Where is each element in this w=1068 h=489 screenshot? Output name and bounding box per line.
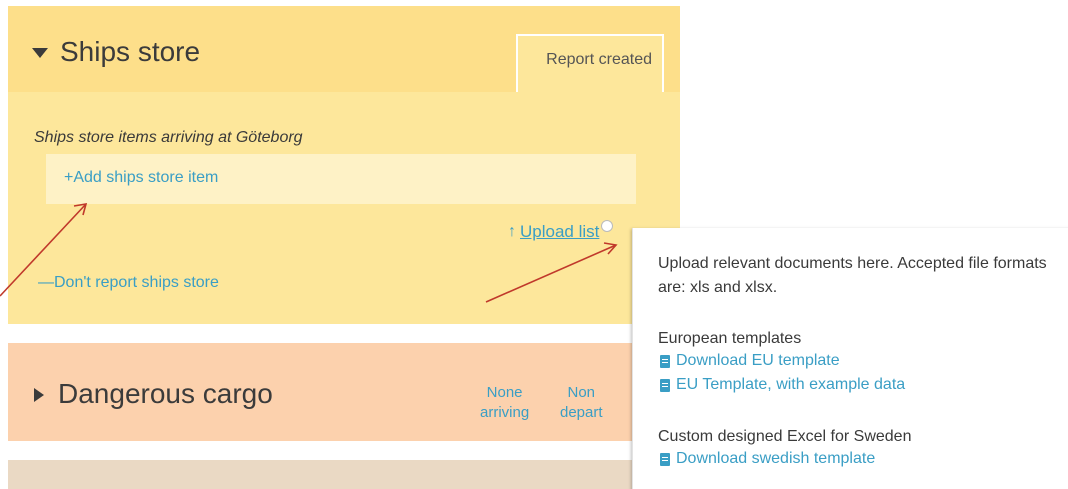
dangerous-cargo-title-text: Dangerous cargo	[58, 378, 273, 409]
eu-template-example-link[interactable]: EU Template, with example data	[660, 376, 905, 394]
custom-excel-heading: Custom designed Excel for Sweden	[658, 428, 912, 445]
screen: Ships store Report created Ships store i…	[0, 0, 1068, 489]
dangerous-cargo-panel[interactable]: Dangerous cargo None arriving Non depart	[8, 343, 680, 441]
arrow-up-icon: ↑	[508, 223, 516, 240]
none-arriving-line1: None	[486, 384, 523, 401]
report-created-label: Report created	[546, 51, 652, 68]
document-icon	[660, 354, 670, 368]
ships-store-title-text: Ships store	[60, 36, 201, 67]
info-icon[interactable]	[601, 220, 614, 232]
next-section-panel[interactable]	[8, 460, 680, 489]
tooltip-description: Upload relevant documents here. Accepted…	[658, 255, 1047, 296]
none-departing-status: Non depart	[560, 383, 603, 423]
triangle-right-icon	[34, 388, 44, 402]
none-arriving-status: None arriving	[480, 383, 529, 423]
add-ships-store-item-row: +Add ships store item	[46, 154, 636, 204]
report-created-tab[interactable]: Report created	[516, 34, 664, 92]
upload-list-link[interactable]: ↑ Upload list	[508, 220, 614, 242]
download-swedish-template-label: Download swedish template	[676, 450, 876, 467]
upload-list-label: Upload list	[520, 222, 600, 241]
download-swedish-template-link[interactable]: Download swedish template	[660, 450, 875, 468]
document-icon	[660, 452, 670, 466]
none-departing-line1: Non	[567, 384, 596, 401]
document-icon	[660, 378, 670, 392]
triangle-down-icon	[32, 48, 48, 58]
european-templates-heading: European templates	[658, 330, 802, 347]
dangerous-cargo-title[interactable]: Dangerous cargo	[34, 378, 273, 410]
ships-store-title[interactable]: Ships store	[32, 36, 200, 68]
upload-info-tooltip: Upload relevant documents here. Accepted…	[632, 228, 1068, 489]
download-eu-template-label: Download EU template	[676, 352, 840, 369]
none-arriving-line2: arriving	[480, 404, 530, 421]
eu-template-example-label: EU Template, with example data	[676, 376, 906, 393]
ships-store-header[interactable]: Ships store Report created	[8, 6, 680, 92]
download-eu-template-link[interactable]: Download EU template	[660, 352, 840, 370]
ships-store-items-heading: Ships store items arriving at Göteborg	[34, 129, 303, 146]
none-departing-line2: depart	[560, 404, 603, 421]
ships-store-panel: Ships store Report created Ships store i…	[8, 6, 680, 324]
dont-report-ships-store-link[interactable]: —Don't report ships store	[38, 274, 219, 292]
add-ships-store-item-link[interactable]: +Add ships store item	[64, 169, 218, 187]
